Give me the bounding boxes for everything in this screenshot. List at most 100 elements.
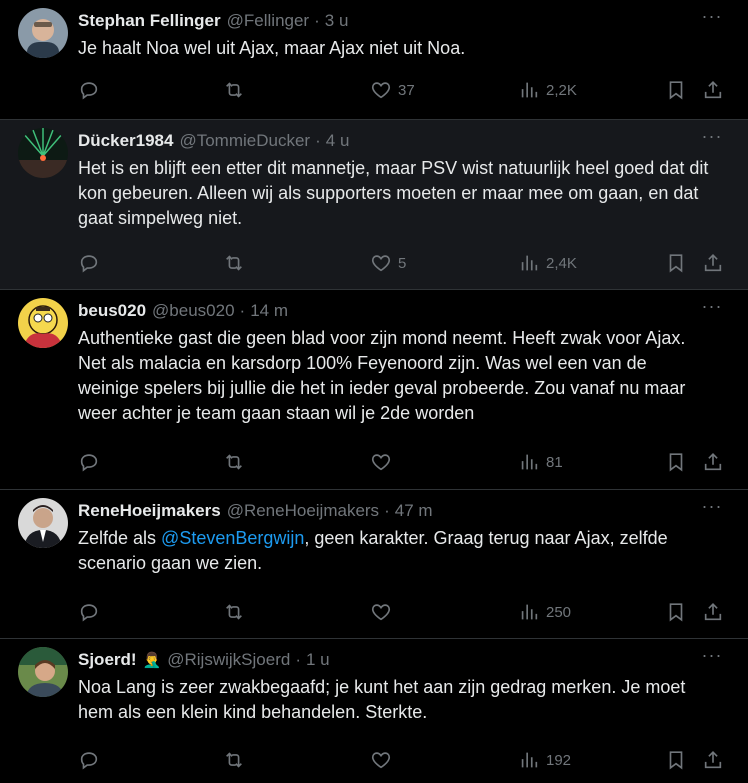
timestamp[interactable]: 4 u xyxy=(326,131,350,151)
views-icon xyxy=(521,752,538,768)
avatar[interactable] xyxy=(18,647,68,697)
bookmark-icon xyxy=(669,751,683,770)
bookmark-button[interactable] xyxy=(665,252,687,274)
user-handle[interactable]: @Fellinger xyxy=(227,11,309,31)
tweet-header: Sjoerd! 🤦‍♂️ @RijswijkSjoerd · 1 u xyxy=(78,649,688,671)
avatar[interactable] xyxy=(18,128,68,178)
timestamp[interactable]: 47 m xyxy=(395,501,433,521)
bookmark-icon xyxy=(669,254,683,273)
more-options-icon[interactable]: ··· xyxy=(700,297,724,320)
separator-dot: · xyxy=(239,301,246,320)
bookmark-button[interactable] xyxy=(665,79,687,101)
views-icon xyxy=(521,82,538,98)
display-name[interactable]: beus020 xyxy=(78,301,146,321)
avatar[interactable] xyxy=(18,498,68,548)
user-handle[interactable]: @ReneHoeijmakers xyxy=(227,501,379,521)
like-button[interactable] xyxy=(370,451,398,473)
bookmark-button[interactable] xyxy=(665,601,687,623)
tweet[interactable]: beus020 @beus020 · 14 m ··· Authentieke … xyxy=(0,290,748,490)
display-name[interactable]: Sjoerd! xyxy=(78,650,137,670)
user-handle[interactable]: @TommieDucker xyxy=(179,131,310,151)
share-icon xyxy=(704,254,722,272)
retweet-icon xyxy=(226,752,242,768)
user-handle[interactable]: @beus020 xyxy=(152,301,235,321)
share-button[interactable] xyxy=(702,601,724,623)
tweet-text: Noa Lang is zeer zwakbegaafd; je kunt he… xyxy=(78,675,712,725)
views-button[interactable]: 2,4K xyxy=(518,252,577,274)
bookmark-button[interactable] xyxy=(665,451,687,473)
views-button[interactable]: 2,2K xyxy=(518,79,577,101)
reply-button[interactable] xyxy=(78,749,100,771)
like-button[interactable]: 5 xyxy=(370,252,406,274)
views-button[interactable]: 81 xyxy=(518,451,563,473)
views-button[interactable]: 250 xyxy=(518,601,571,623)
tweet-header: beus020 @beus020 · 14 m xyxy=(78,300,688,322)
avatar[interactable] xyxy=(18,298,68,348)
tweet-text: Je haalt Noa wel uit Ajax, maar Ajax nie… xyxy=(78,36,712,61)
tweet-text: Authentieke gast die geen blad voor zijn… xyxy=(78,326,712,426)
like-button[interactable] xyxy=(370,601,398,623)
heart-icon xyxy=(371,82,391,99)
view-count: 250 xyxy=(546,603,572,621)
action-bar: 81 xyxy=(78,450,726,474)
timestamp[interactable]: 1 u xyxy=(306,650,330,670)
separator-dot: · xyxy=(315,131,321,150)
more-options-icon[interactable]: ··· xyxy=(700,646,724,669)
like-count: 37 xyxy=(398,81,415,99)
tweet-text-segment: Authentieke gast die geen blad voor zijn… xyxy=(78,328,686,423)
reply-button[interactable] xyxy=(78,79,100,101)
tweet-text-segment: Je haalt Noa wel uit Ajax, maar Ajax nie… xyxy=(78,38,466,58)
tweet-header: Dücker1984 @TommieDucker · 4 u xyxy=(78,130,688,152)
share-button[interactable] xyxy=(702,252,724,274)
avatar[interactable] xyxy=(18,8,68,58)
timeline: Stephan Fellinger @Fellinger · 3 u ··· J… xyxy=(0,0,748,783)
heart-icon xyxy=(371,604,391,621)
retweet-button[interactable] xyxy=(223,451,245,473)
bookmark-icon xyxy=(669,603,683,622)
share-button[interactable] xyxy=(702,749,724,771)
like-count: 5 xyxy=(398,254,407,272)
share-icon xyxy=(704,751,722,769)
view-count: 81 xyxy=(546,453,563,471)
timestamp[interactable]: 3 u xyxy=(325,11,349,31)
mention-link[interactable]: @StevenBergwijn xyxy=(161,528,304,548)
retweet-icon xyxy=(226,82,242,98)
tweet-text-segment: Noa Lang is zeer zwakbegaafd; je kunt he… xyxy=(78,677,686,722)
heart-icon xyxy=(371,752,391,769)
more-options-icon[interactable]: ··· xyxy=(700,7,724,30)
action-bar: 5 2,4K xyxy=(78,251,726,275)
tweet-text-segment: Het is en blijft een etter dit mannetje,… xyxy=(78,158,709,228)
share-button[interactable] xyxy=(702,79,724,101)
reply-button[interactable] xyxy=(78,451,100,473)
timestamp[interactable]: 14 m xyxy=(250,301,288,321)
retweet-button[interactable] xyxy=(223,252,245,274)
reply-button[interactable] xyxy=(78,601,100,623)
heart-icon xyxy=(371,255,391,272)
display-name[interactable]: Stephan Fellinger xyxy=(78,11,221,31)
share-button[interactable] xyxy=(702,451,724,473)
bookmark-button[interactable] xyxy=(665,749,687,771)
bookmark-icon xyxy=(669,81,683,100)
display-name[interactable]: ReneHoeijmakers xyxy=(78,501,221,521)
reply-button[interactable] xyxy=(78,252,100,274)
tweet[interactable]: Stephan Fellinger @Fellinger · 3 u ··· J… xyxy=(0,0,748,120)
retweet-button[interactable] xyxy=(223,601,245,623)
separator-dot: · xyxy=(295,650,301,669)
more-options-icon[interactable]: ··· xyxy=(700,497,724,520)
like-button[interactable] xyxy=(370,749,398,771)
tweet[interactable]: Dücker1984 @TommieDucker · 4 u ··· Het i… xyxy=(0,120,748,290)
views-button[interactable]: 192 xyxy=(518,749,571,771)
separator-dot: · xyxy=(384,501,390,520)
retweet-button[interactable] xyxy=(223,79,245,101)
retweet-icon xyxy=(226,255,242,271)
retweet-icon xyxy=(226,454,242,470)
views-icon xyxy=(521,454,538,470)
display-name[interactable]: Dücker1984 xyxy=(78,131,173,151)
like-button[interactable]: 37 xyxy=(370,79,415,101)
retweet-button[interactable] xyxy=(223,749,245,771)
user-handle[interactable]: @RijswijkSjoerd xyxy=(167,650,290,670)
more-options-icon[interactable]: ··· xyxy=(700,127,724,150)
tweet[interactable]: ReneHoeijmakers @ReneHoeijmakers · 47 m … xyxy=(0,490,748,639)
share-icon xyxy=(704,453,722,471)
tweet[interactable]: Sjoerd! 🤦‍♂️ @RijswijkSjoerd · 1 u ··· N… xyxy=(0,639,748,783)
